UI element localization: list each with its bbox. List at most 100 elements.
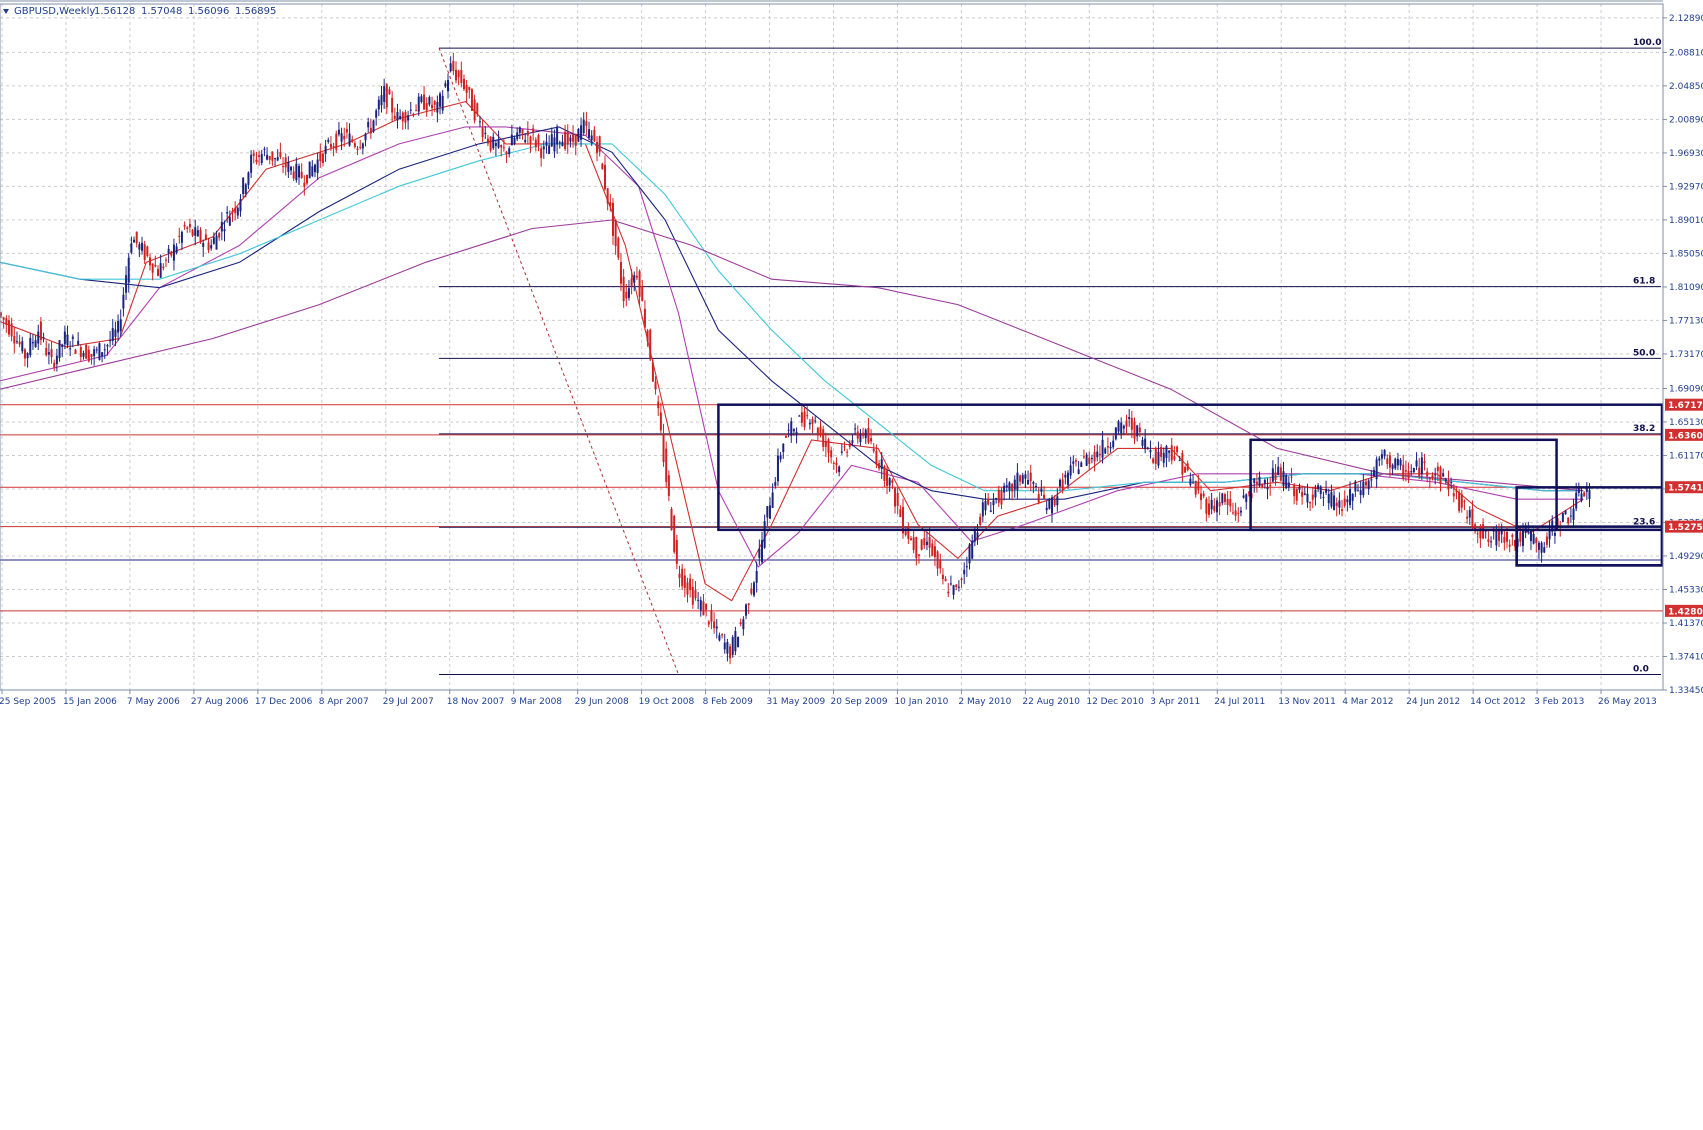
candle-body xyxy=(473,99,476,121)
candle-body xyxy=(1375,459,1378,480)
candle-body xyxy=(952,585,955,595)
candle-body xyxy=(984,501,987,511)
candle-body xyxy=(170,251,173,256)
candle-body xyxy=(162,266,165,269)
candle-body xyxy=(308,161,311,179)
chart-canvas[interactable]: 100.061.850.038.223.60.0 2.128902.088102… xyxy=(0,0,1703,1130)
candle-body xyxy=(353,143,356,147)
candle-body xyxy=(1162,453,1165,463)
candle-body xyxy=(388,89,391,95)
candle-body xyxy=(345,129,348,133)
candle-body xyxy=(1561,513,1564,523)
candle-body xyxy=(566,131,569,145)
candle-body xyxy=(393,115,396,119)
y-tick-label: 1.89010 xyxy=(1669,216,1703,226)
candle-body xyxy=(1154,448,1157,464)
candle-body xyxy=(1197,481,1200,491)
candle-body xyxy=(891,480,894,483)
candle-body xyxy=(287,162,290,172)
candle-body xyxy=(1101,439,1104,458)
candle-body xyxy=(811,419,814,424)
candle-body xyxy=(939,559,942,569)
candle-body xyxy=(37,331,40,344)
candle-body xyxy=(963,569,966,575)
candle-body xyxy=(396,112,399,121)
candle-body xyxy=(66,334,69,346)
candle-body xyxy=(1130,418,1133,430)
candle-body xyxy=(1418,467,1421,477)
candle-body xyxy=(274,158,277,160)
candle-body xyxy=(494,143,497,147)
candle-body xyxy=(1279,467,1282,481)
candle-body xyxy=(125,275,128,293)
candle-body xyxy=(505,151,508,155)
candle-body xyxy=(1048,499,1051,509)
y-tick-label: 1.73170 xyxy=(1669,350,1703,360)
candle-body xyxy=(702,601,705,616)
candle-body xyxy=(34,340,37,347)
candle-body xyxy=(50,349,53,358)
candle-body xyxy=(827,439,830,453)
candle-body xyxy=(85,344,88,359)
x-tick-label: 3 Feb 2013 xyxy=(1534,697,1584,707)
candle-body xyxy=(343,135,346,140)
candle-body xyxy=(1186,463,1189,470)
candle-body xyxy=(1027,480,1030,485)
candle-body xyxy=(383,86,386,102)
candle-body xyxy=(500,145,503,148)
candle-body xyxy=(1120,422,1123,434)
candle-body xyxy=(1466,516,1469,519)
candle-body xyxy=(329,144,332,148)
y-tick-label: 2.00890 xyxy=(1669,115,1703,125)
candle-body xyxy=(909,538,912,541)
candle-body xyxy=(1450,482,1453,484)
candle-body xyxy=(63,331,66,345)
candle-body xyxy=(739,622,742,625)
candle-body xyxy=(1458,492,1461,511)
candle-body xyxy=(369,127,372,134)
candle-body xyxy=(1303,493,1306,495)
fib-level-label: 0.0 xyxy=(1633,665,1649,675)
candle-body xyxy=(117,320,120,333)
candle-body xyxy=(1327,493,1330,504)
candle-body xyxy=(1434,474,1437,476)
candle-body xyxy=(194,227,197,236)
candle-body xyxy=(5,318,8,325)
candle-body xyxy=(593,129,596,142)
candle-body xyxy=(380,95,383,106)
candle-body xyxy=(1442,473,1445,477)
candle-body xyxy=(957,586,960,588)
candle-body xyxy=(699,600,702,611)
candle-body xyxy=(1452,493,1455,497)
candle-body xyxy=(1325,488,1328,493)
price-tag-label: 1.63606 xyxy=(1668,431,1703,441)
candle-body xyxy=(1192,482,1195,484)
candle-body xyxy=(130,243,133,253)
candle-body xyxy=(917,554,920,556)
candle-body xyxy=(1221,493,1224,504)
candle-body xyxy=(1056,496,1059,506)
candle-body xyxy=(814,420,817,422)
candle-body xyxy=(923,538,926,546)
candle-body xyxy=(529,136,532,144)
candle-body xyxy=(1242,495,1245,498)
candle-body xyxy=(1508,544,1511,547)
candle-body xyxy=(840,451,843,453)
candle-body xyxy=(1213,505,1216,511)
x-tick-label: 3 Apr 2011 xyxy=(1150,697,1200,707)
x-tick-label: 8 Apr 2007 xyxy=(319,697,369,707)
candle-body xyxy=(404,111,407,123)
candle-body xyxy=(319,152,322,162)
candle-body xyxy=(298,165,301,178)
candle-body xyxy=(606,188,609,204)
candle-body xyxy=(1580,493,1583,501)
candle-body xyxy=(1380,454,1383,459)
candle-body xyxy=(1170,445,1173,461)
candle-body xyxy=(1125,420,1128,427)
candle-body xyxy=(420,96,423,103)
candle-body xyxy=(729,646,732,659)
candle-body xyxy=(337,129,340,135)
candle-body xyxy=(15,341,18,343)
candle-body xyxy=(1080,462,1083,467)
candle-body xyxy=(1372,470,1375,477)
